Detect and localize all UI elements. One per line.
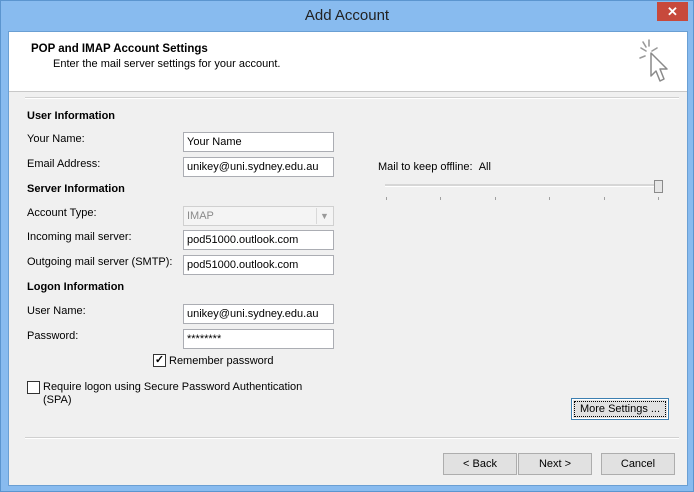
slider-tick — [440, 197, 441, 200]
account-type-dropdown: IMAP ▼ — [183, 206, 334, 226]
mouse-cursor-icon — [639, 39, 668, 82]
user-name-field[interactable]: unikey@uni.sydney.edu.au — [183, 304, 334, 324]
mail-offline-label-text: Mail to keep offline: — [378, 161, 473, 173]
chevron-down-icon: ▼ — [316, 208, 332, 224]
logon-information-heading: Logon Information — [27, 281, 125, 293]
user-information-heading: User Information — [27, 110, 116, 122]
header-title: POP and IMAP Account Settings — [31, 43, 208, 55]
slider-tick — [386, 197, 387, 200]
incoming-server-field[interactable]: pod51000.outlook.com — [183, 230, 334, 250]
back-button[interactable]: < Back — [443, 453, 517, 475]
dialog-body: POP and IMAP Account Settings Enter the … — [8, 31, 688, 486]
offline-slider-thumb[interactable] — [654, 180, 663, 193]
your-name-label: Your Name: — [27, 133, 85, 145]
header-subtitle: Enter the mail server settings for your … — [53, 58, 281, 70]
password-label: Password: — [27, 330, 79, 342]
mail-offline-value: All — [478, 161, 491, 173]
email-address-field[interactable]: unikey@uni.sydney.edu.au — [183, 157, 334, 177]
user-name-label: User Name: — [27, 305, 86, 317]
outgoing-server-label: Outgoing mail server (SMTP): — [27, 256, 173, 268]
account-type-value: IMAP — [187, 210, 214, 222]
add-account-window: Add Account ✕ POP and IMAP Account Setti… — [0, 0, 694, 492]
remember-password-checkbox[interactable]: ✓ — [153, 354, 166, 367]
more-settings-button[interactable]: More Settings ... — [571, 398, 669, 420]
incoming-server-label: Incoming mail server: — [27, 231, 132, 243]
close-button[interactable]: ✕ — [657, 2, 688, 21]
account-type-label: Account Type: — [27, 207, 97, 219]
checkmark-icon: ✓ — [154, 354, 165, 366]
slider-tick — [495, 197, 496, 200]
slider-tick — [549, 197, 550, 200]
spa-checkbox[interactable] — [27, 381, 40, 394]
window-title: Add Account — [304, 7, 390, 24]
your-name-field[interactable]: Your Name — [183, 132, 334, 152]
outgoing-server-field[interactable]: pod51000.outlook.com — [183, 255, 334, 275]
server-information-heading: Server Information — [27, 183, 125, 195]
close-icon: ✕ — [667, 4, 678, 19]
email-address-label: Email Address: — [27, 158, 101, 170]
top-divider — [25, 97, 679, 99]
next-button[interactable]: Next > — [518, 453, 592, 475]
slider-tick — [604, 197, 605, 200]
mail-offline-label: Mail to keep offline: All — [378, 161, 491, 173]
spa-label-line2[interactable]: (SPA) — [43, 394, 72, 406]
cancel-button[interactable]: Cancel — [601, 453, 675, 475]
spa-label-line1[interactable]: Require logon using Secure Password Auth… — [43, 381, 302, 393]
slider-tick — [658, 197, 659, 200]
bottom-divider — [25, 437, 679, 439]
remember-password-label[interactable]: Remember password — [169, 355, 274, 367]
password-field[interactable]: ******** — [183, 329, 334, 349]
dialog-header: POP and IMAP Account Settings Enter the … — [9, 32, 687, 92]
title-bar[interactable]: Add Account ✕ — [1, 1, 693, 31]
offline-slider-track[interactable] — [385, 184, 661, 187]
